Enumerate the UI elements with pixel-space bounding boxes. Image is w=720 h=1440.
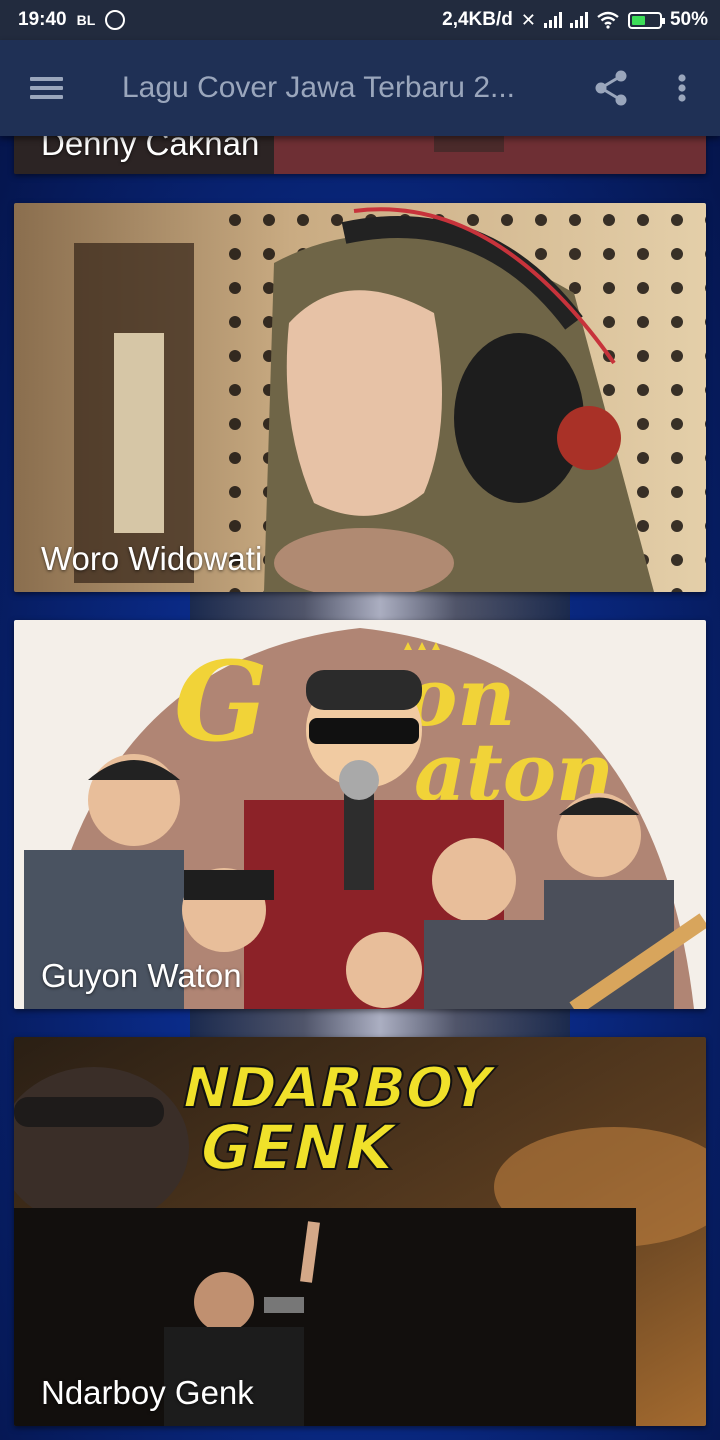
- background-strip: [190, 592, 570, 622]
- artist-card[interactable]: G on aton Guyon Waton: [14, 620, 706, 1009]
- artist-card[interactable]: Woro Widowati: [14, 203, 706, 592]
- artist-card[interactable]: NDARBOY GENK Ndarboy Genk: [14, 1037, 706, 1426]
- signal-icon: [569, 12, 588, 28]
- artist-name: Woro Widowati: [41, 540, 263, 577]
- app-title: Lagu Cover Jawa Terbaru 2...: [122, 71, 516, 104]
- artist-name: Guyon Waton: [41, 957, 242, 994]
- artist-photo: G on aton: [14, 620, 706, 1009]
- more-vert-icon[interactable]: [664, 66, 700, 110]
- artist-name: Ndarboy Genk: [41, 1374, 254, 1411]
- battery-icon: [627, 11, 665, 29]
- artist-photo: NDARBOY GENK: [14, 1037, 706, 1426]
- mute-icon: ✕: [520, 9, 536, 30]
- background-strip: [190, 1009, 570, 1039]
- app-bar: Lagu Cover Jawa Terbaru 2...: [0, 40, 720, 136]
- network-speed: 2,4KB/d: [442, 9, 513, 30]
- svg-text:G: G: [174, 637, 268, 766]
- artist-photo: [14, 203, 706, 592]
- wifi-icon: [597, 11, 619, 29]
- carrier-badge: BL: [76, 12, 96, 28]
- status-bar: 19:40 BL 2,4KB/d ✕ 50%: [0, 0, 720, 40]
- battery-percent: 50%: [669, 9, 708, 30]
- svg-text:GENK: GENK: [193, 1112, 404, 1184]
- hamburger-menu-icon[interactable]: [22, 68, 72, 108]
- signal-icon: [543, 12, 562, 28]
- share-icon[interactable]: [588, 66, 634, 110]
- status-time: 19:40: [18, 9, 67, 30]
- whatsapp-icon: [105, 10, 126, 30]
